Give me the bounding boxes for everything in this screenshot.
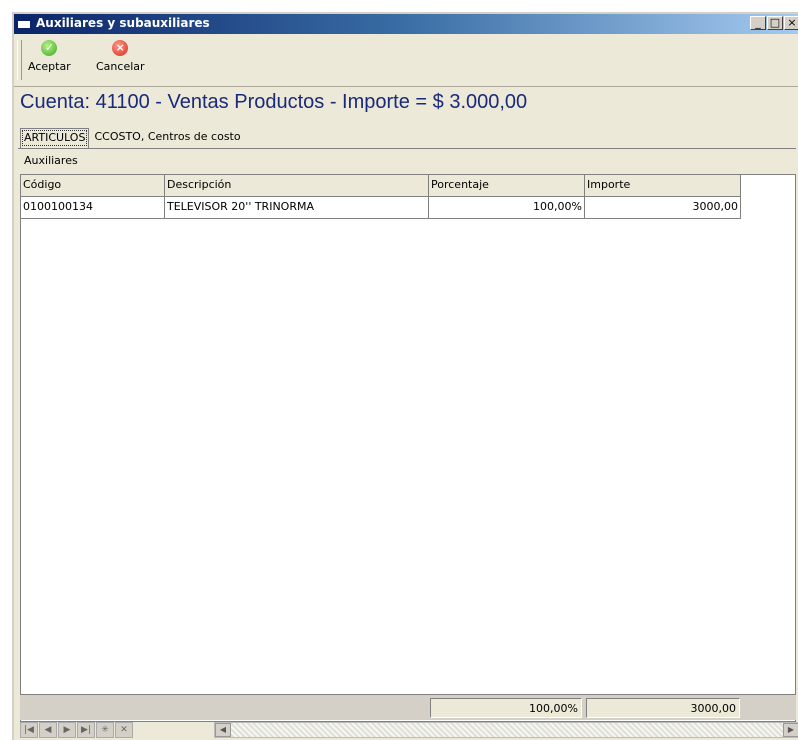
window-icon bbox=[17, 17, 31, 29]
data-grid[interactable]: Código Descripción Porcentaje Importe 01… bbox=[20, 174, 796, 722]
toolbar: ✓ Aceptar × Cancelar bbox=[14, 36, 798, 87]
tab-ccosto[interactable]: CCOSTO, Centros de costo bbox=[91, 128, 243, 148]
window-title: Auxiliares y subauxiliares bbox=[36, 16, 210, 30]
cancel-label: Cancelar bbox=[96, 60, 145, 73]
scroll-left-icon[interactable]: ◀ bbox=[215, 723, 231, 737]
tab-divider bbox=[18, 148, 796, 149]
page-title: Cuenta: 41100 - Ventas Productos - Impor… bbox=[20, 91, 528, 113]
record-navigator: |◀ ◀ ▶ ▶| ✳ ✕ ◀ ▶ bbox=[20, 722, 798, 740]
total-importe: 3000,00 bbox=[586, 698, 740, 718]
check-circle-icon: ✓ bbox=[41, 40, 58, 56]
column-header-descripcion[interactable]: Descripción bbox=[165, 175, 429, 197]
prior-record-button[interactable]: ◀ bbox=[39, 722, 57, 738]
title-bar[interactable]: Auxiliares y subauxiliares _ □ × bbox=[14, 14, 798, 34]
section-label: Auxiliares bbox=[24, 154, 78, 167]
cell-descripcion[interactable]: TELEVISOR 20'' TRINORMA bbox=[165, 197, 429, 219]
cancel-button[interactable]: × Cancelar bbox=[96, 40, 145, 73]
first-record-button[interactable]: |◀ bbox=[20, 722, 38, 738]
column-header-codigo[interactable]: Código bbox=[21, 175, 165, 197]
toolbar-grip bbox=[17, 40, 22, 80]
close-button[interactable]: × bbox=[784, 16, 798, 30]
cell-importe[interactable]: 3000,00 bbox=[585, 197, 741, 219]
main-window: Auxiliares y subauxiliares _ □ × ✓ Acept… bbox=[12, 12, 798, 740]
accept-label: Aceptar bbox=[28, 60, 71, 73]
minimize-button[interactable]: _ bbox=[750, 16, 766, 30]
last-record-button[interactable]: ▶| bbox=[77, 722, 95, 738]
cell-porcentaje[interactable]: 100,00% bbox=[429, 197, 585, 219]
column-header-porcentaje[interactable]: Porcentaje bbox=[429, 175, 585, 197]
next-record-button[interactable]: ▶ bbox=[58, 722, 76, 738]
accept-button[interactable]: ✓ Aceptar bbox=[28, 40, 71, 73]
column-header-importe[interactable]: Importe bbox=[585, 175, 741, 197]
insert-record-button[interactable]: ✳ bbox=[96, 722, 114, 738]
total-porcentaje: 100,00% bbox=[430, 698, 582, 718]
cell-codigo[interactable]: 0100100134 bbox=[21, 197, 165, 219]
maximize-button[interactable]: □ bbox=[767, 16, 783, 30]
totals-row: 100,00% 3000,00 bbox=[20, 694, 796, 720]
delete-record-button[interactable]: ✕ bbox=[115, 722, 133, 738]
horizontal-scrollbar[interactable]: ◀ ▶ bbox=[214, 722, 798, 738]
tab-strip: ARTICULOS CCOSTO, Centros de costo bbox=[20, 128, 246, 148]
scroll-right-icon[interactable]: ▶ bbox=[783, 723, 798, 737]
tab-articulos[interactable]: ARTICULOS bbox=[20, 128, 90, 148]
x-circle-icon: × bbox=[112, 40, 129, 56]
